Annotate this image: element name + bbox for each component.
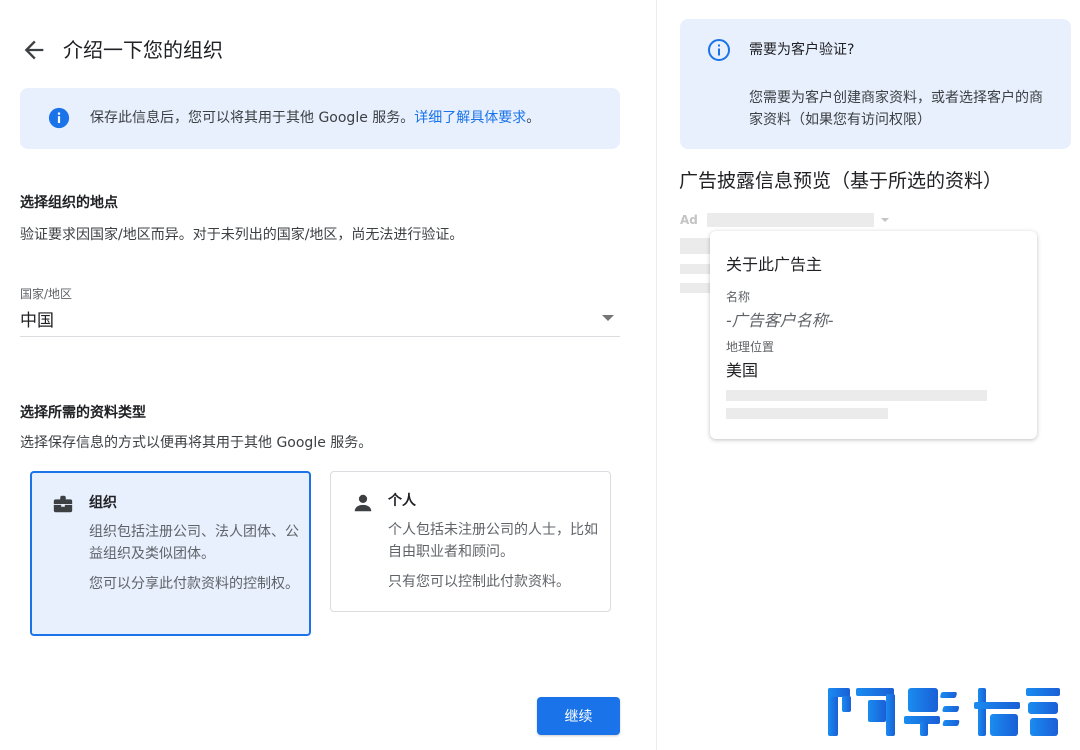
arrow-left-icon <box>24 40 44 60</box>
chevron-down-icon <box>881 218 889 222</box>
watermark-logo <box>828 688 1060 736</box>
placeholder-bar <box>726 390 987 401</box>
info-outline-icon <box>708 39 730 61</box>
banner-message: 保存此信息后，您可以将其用于其他 Google 服务。 <box>90 110 415 126</box>
geo-value: 美国 <box>726 361 759 380</box>
banner-text: 保存此信息后，您可以将其用于其他 Google 服务。详细了解具体要求。 <box>90 107 540 129</box>
profile-type-section-description: 选择保存信息的方式以便再将其用于其他 Google 服务。 <box>20 435 373 451</box>
advertiser-info-popup: 关于此广告主 名称 -广告客户名称- 地理位置 美国 <box>710 231 1037 439</box>
country-field-label: 国家/地区 <box>20 287 73 301</box>
back-button[interactable] <box>20 36 48 64</box>
individual-card[interactable]: 个人 个人包括未注册公司的人士，比如自由职业者和顾问。 只有您可以控制此付款资料… <box>330 471 611 612</box>
individual-card-title: 个人 <box>388 493 416 509</box>
page-title: 介绍一下您的组织 <box>63 38 223 62</box>
location-section-description: 验证要求因国家/地区而异。对于未列出的国家/地区，尚无法进行验证。 <box>20 227 464 243</box>
country-selected-value: 中国 <box>20 311 54 331</box>
info-banner: 保存此信息后，您可以将其用于其他 Google 服务。详细了解具体要求。 <box>20 88 620 149</box>
verify-client-box: 需要为客户验证? 您需要为客户创建商家资料，或者选择客户的商家资料（如果您有访问… <box>680 19 1071 149</box>
popup-title: 关于此广告主 <box>726 255 823 274</box>
country-select[interactable]: 中国 <box>20 303 620 337</box>
location-section-title: 选择组织的地点 <box>20 195 118 211</box>
name-value: -广告客户名称- <box>726 311 834 330</box>
info-filled-icon <box>48 107 70 129</box>
individual-card-description: 个人包括未注册公司的人士，比如自由职业者和顾问。 <box>388 522 598 560</box>
organization-card-title: 组织 <box>89 495 117 511</box>
ad-label: Ad <box>680 213 698 227</box>
briefcase-icon <box>53 495 73 513</box>
chevron-down-icon <box>602 315 614 321</box>
banner-tail: 。 <box>526 110 541 126</box>
form-panel: 介绍一下您的组织 保存此信息后，您可以将其用于其他 Google 服务。详细了解… <box>0 0 656 750</box>
placeholder-bar <box>707 213 874 227</box>
organization-card-description: 组织包括注册公司、法人团体、公益组织及类似团体。 <box>89 524 299 562</box>
geo-label: 地理位置 <box>726 340 775 354</box>
organization-card[interactable]: 组织 组织包括注册公司、法人团体、公益组织及类似团体。 您可以分享此付款资料的控… <box>30 471 311 636</box>
placeholder-bar <box>726 408 888 419</box>
continue-button[interactable]: 继续 <box>537 697 620 735</box>
profile-type-section-title: 选择所需的资料类型 <box>20 405 146 421</box>
preview-panel: 需要为客户验证? 您需要为客户创建商家资料，或者选择客户的商家资料（如果您有访问… <box>657 0 1080 750</box>
preview-title: 广告披露信息预览（基于所选的资料） <box>679 170 1003 192</box>
requirements-link[interactable]: 详细了解具体要求 <box>414 110 526 126</box>
verify-text: 您需要为客户创建商家资料，或者选择客户的商家资料（如果您有访问权限） <box>749 90 1043 128</box>
verify-title: 需要为客户验证? <box>749 42 855 58</box>
name-label: 名称 <box>726 290 751 304</box>
organization-card-note: 您可以分享此付款资料的控制权。 <box>89 576 299 592</box>
individual-card-note: 只有您可以控制此付款资料。 <box>388 574 570 590</box>
person-icon <box>354 494 372 512</box>
